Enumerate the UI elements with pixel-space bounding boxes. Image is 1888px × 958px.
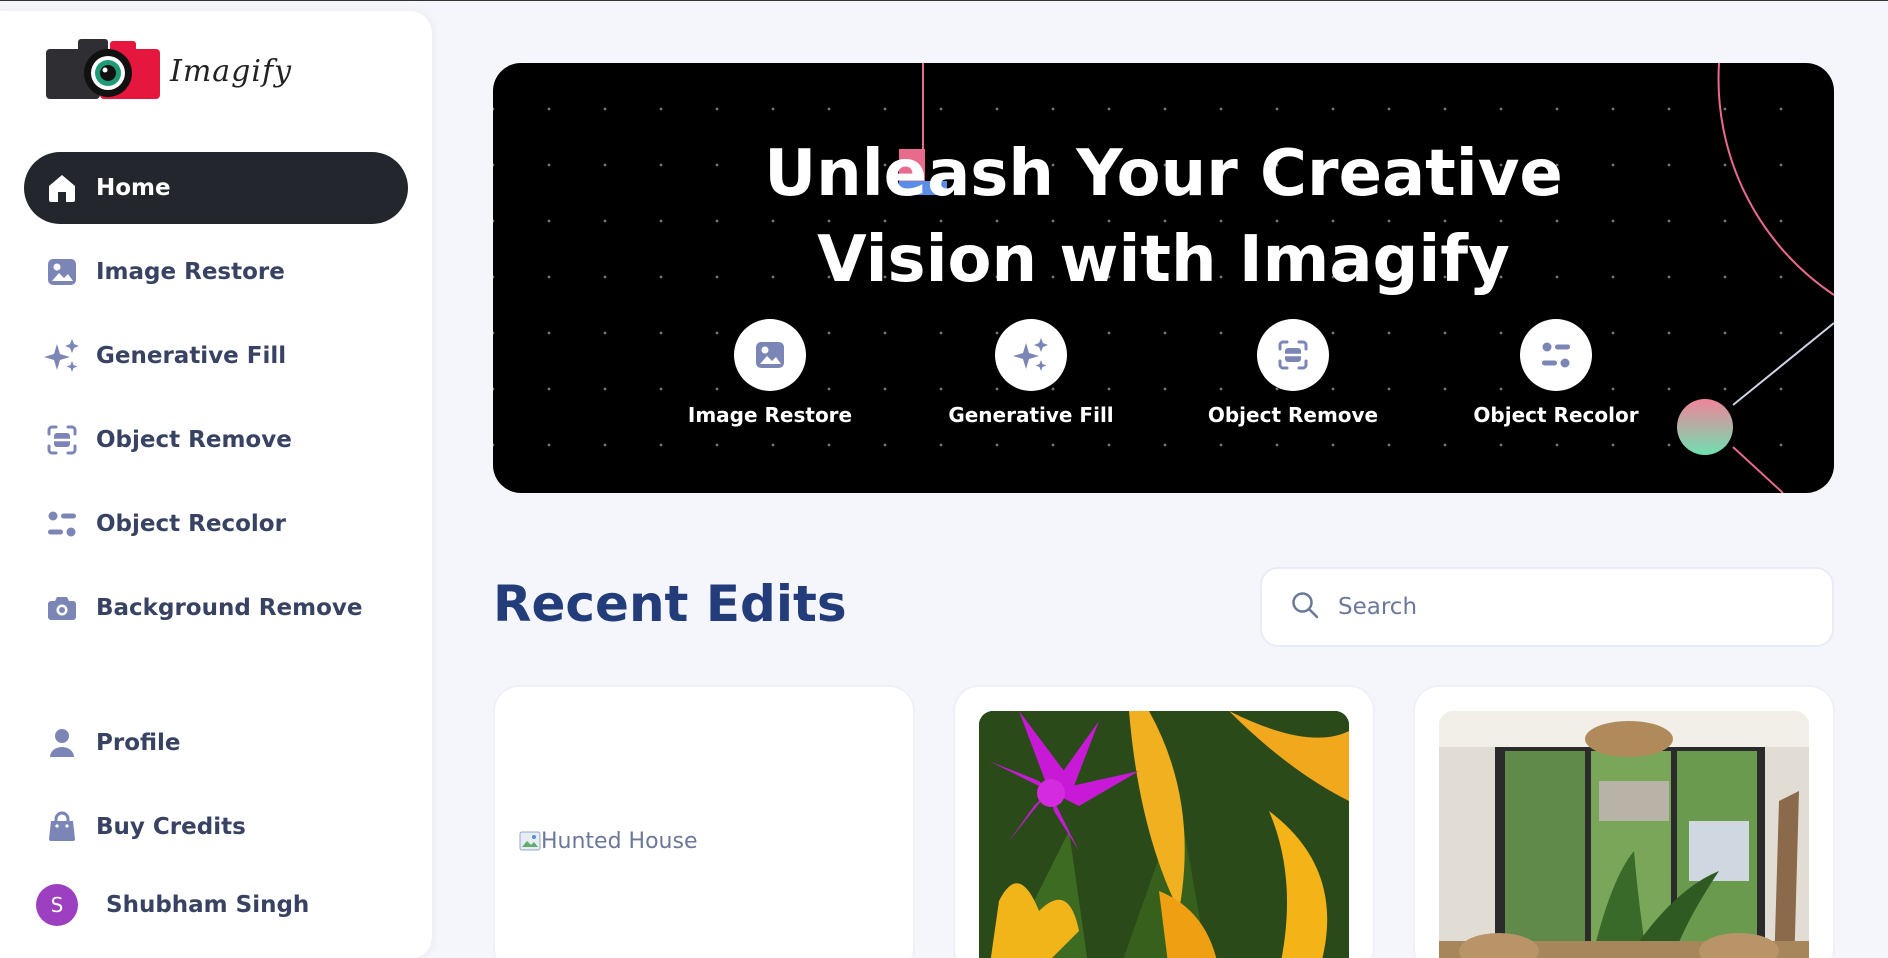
- sidebar-item-generative-fill[interactable]: Generative Fill: [24, 320, 408, 392]
- hero-tool-label: Object Remove: [1207, 403, 1379, 427]
- recent-edit-card[interactable]: [953, 685, 1375, 958]
- hero-title-line2: Vision with Imagify: [817, 223, 1510, 297]
- hero-tool-object-remove[interactable]: Object Remove: [1173, 319, 1413, 427]
- sidebar-item-profile[interactable]: Profile: [24, 707, 408, 779]
- scan-icon: [44, 422, 80, 458]
- hero-banner: Unleash Your Creative Vision with Imagif…: [493, 63, 1834, 493]
- hero-tools: Image Restore Generative Fill Object Rem…: [493, 319, 1834, 449]
- user-icon: [44, 725, 80, 761]
- recent-edit-card[interactable]: Hunted House: [493, 685, 915, 958]
- sparkles-icon: [995, 319, 1067, 391]
- sidebar-item-object-remove[interactable]: Object Remove: [24, 404, 408, 476]
- sidebar-nav: Home Image Restore Generative Fill Objec…: [24, 152, 408, 656]
- hero-tool-image-restore[interactable]: Image Restore: [650, 319, 890, 427]
- brand-logo[interactable]: Imagify: [44, 35, 292, 107]
- hero-tool-generative-fill[interactable]: Generative Fill: [911, 319, 1151, 427]
- image-icon: [734, 319, 806, 391]
- hero-title-line1: Unleash Your Creative: [764, 137, 1563, 211]
- sidebar-item-label: Object Recolor: [96, 511, 286, 537]
- filters-icon: [1520, 319, 1592, 391]
- sidebar-item-label: Generative Fill: [96, 343, 287, 369]
- hero-tool-object-recolor[interactable]: Object Recolor: [1436, 319, 1676, 427]
- hero-tool-label: Object Recolor: [1473, 403, 1639, 427]
- user-name: Shubham Singh: [106, 892, 310, 918]
- hero-tool-label: Generative Fill: [948, 403, 1114, 427]
- sidebar-item-object-recolor[interactable]: Object Recolor: [24, 488, 408, 560]
- bag-icon: [44, 809, 80, 845]
- sidebar-item-label: Object Remove: [96, 427, 292, 453]
- interior-photo: [1439, 711, 1809, 958]
- sparkles-icon: [44, 338, 80, 374]
- recent-edits-title: Recent Edits: [493, 575, 847, 633]
- camera-logo-icon: [46, 39, 160, 99]
- sidebar-item-image-restore[interactable]: Image Restore: [24, 236, 408, 308]
- image-alt-text: Hunted House: [541, 828, 698, 854]
- sidebar-item-label: Home: [96, 175, 171, 201]
- search-input[interactable]: [1338, 594, 1798, 620]
- scan-icon: [1257, 319, 1329, 391]
- image-icon: [44, 254, 80, 290]
- broken-image-icon: [519, 831, 541, 851]
- filters-icon: [44, 506, 80, 542]
- recent-edit-card[interactable]: [1413, 685, 1835, 958]
- camera-icon: [44, 590, 80, 626]
- sidebar-item-home[interactable]: Home: [24, 152, 408, 224]
- avatar: S: [36, 884, 78, 926]
- home-icon: [44, 170, 80, 206]
- hero-tool-label: Image Restore: [687, 403, 853, 427]
- sidebar-item-label: Profile: [96, 730, 181, 756]
- flowers-photo: [979, 711, 1349, 958]
- broken-image: Hunted House: [519, 711, 889, 958]
- sidebar-item-label: Image Restore: [96, 259, 285, 285]
- sidebar-item-background-remove[interactable]: Background Remove: [24, 572, 408, 644]
- hero-title: Unleash Your Creative Vision with Imagif…: [493, 131, 1834, 303]
- sidebar-item-label: Buy Credits: [96, 814, 246, 840]
- search-icon: [1290, 590, 1320, 624]
- brand-name: Imagify: [170, 53, 293, 89]
- sidebar-item-buy-credits[interactable]: Buy Credits: [24, 791, 408, 863]
- user-profile[interactable]: S Shubham Singh: [24, 875, 408, 935]
- sidebar: Imagify Home Image Restore Generative Fi…: [0, 11, 432, 958]
- sidebar-item-label: Background Remove: [96, 595, 363, 621]
- search-box[interactable]: [1260, 567, 1834, 647]
- sidebar-bottom: Profile Buy Credits S Shubham Singh: [24, 707, 408, 935]
